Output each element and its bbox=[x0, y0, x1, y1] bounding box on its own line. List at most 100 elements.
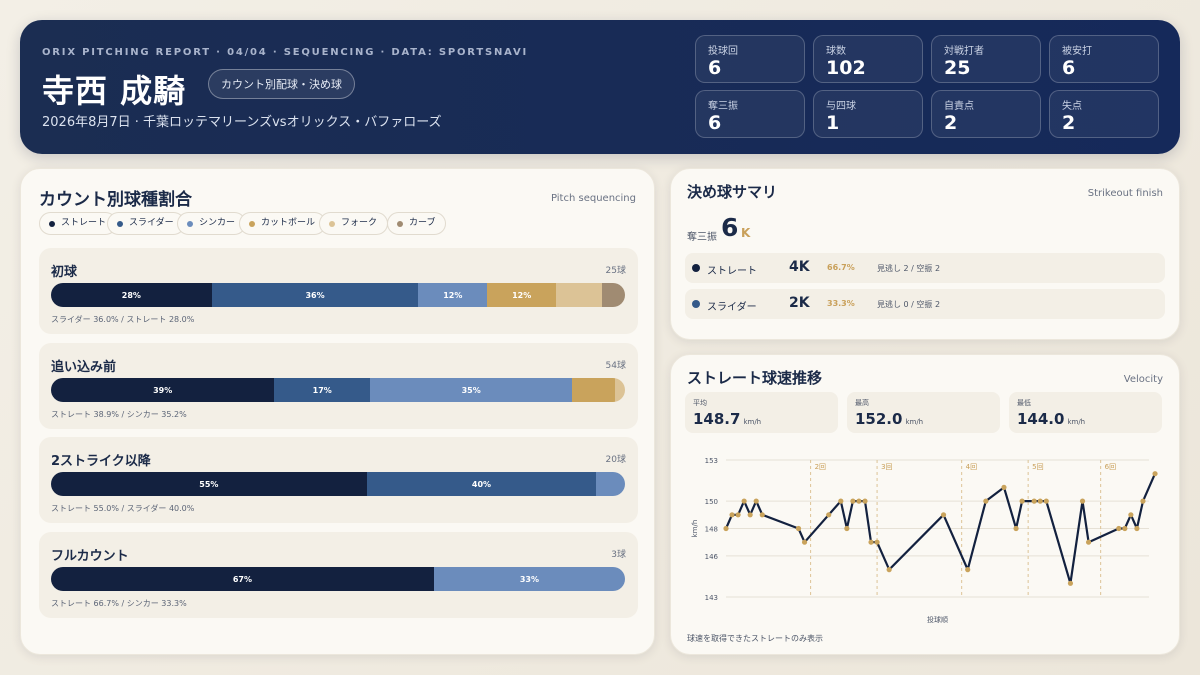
inning-marker-label: 4回 bbox=[966, 463, 977, 471]
velocity-point bbox=[729, 512, 735, 518]
velocity-point bbox=[844, 525, 850, 532]
velocity-note: 球速を取得できたストレートのみ表示 bbox=[687, 634, 823, 643]
velocity-point bbox=[1001, 484, 1007, 490]
stat-innings: 投球回 6 bbox=[695, 35, 805, 83]
velocity-point bbox=[1037, 498, 1043, 504]
velocity-point bbox=[747, 512, 753, 518]
stat-label: 失点 bbox=[1062, 101, 1082, 112]
mix-segment: 12% bbox=[418, 283, 488, 307]
velocity-point bbox=[862, 498, 868, 504]
inning-marker-label: 2回 bbox=[815, 463, 826, 471]
mix-segment bbox=[602, 283, 625, 307]
mix-segment: 33% bbox=[433, 567, 625, 591]
velocity-point bbox=[741, 498, 747, 504]
section-count: 20球 bbox=[605, 455, 626, 465]
mix-segment: 55% bbox=[51, 472, 367, 496]
velocity-point bbox=[1152, 471, 1158, 477]
stat-value: 2 bbox=[944, 112, 958, 134]
velocity-point bbox=[795, 525, 802, 532]
strikeout-row-straight: ストレート 4K 66.7% 見逃し 2 / 空振 2 bbox=[685, 253, 1165, 283]
velocity-point bbox=[1079, 498, 1086, 504]
strikeout-detail: 見逃し 0 / 空振 2 bbox=[877, 300, 941, 309]
velocity-point bbox=[850, 498, 856, 504]
velocity-point bbox=[1013, 525, 1019, 532]
report-header: ORIX PITCHING REPORT · 04/04 · SEQUENCIN… bbox=[20, 20, 1180, 154]
legend-dot bbox=[397, 221, 403, 227]
stat-hits: 被安打 6 bbox=[1049, 35, 1159, 83]
velocity-point bbox=[868, 539, 874, 545]
mix-segment: 67% bbox=[51, 567, 434, 591]
strikeout-title: 決め球サマリ bbox=[687, 183, 778, 201]
stat-label: 与四球 bbox=[826, 101, 856, 112]
legend-item: フォーク bbox=[319, 212, 389, 235]
mix-bar: 28% 36% 12% 12% bbox=[51, 283, 625, 307]
velocity-point bbox=[1140, 498, 1146, 504]
stat-label: 自責点 bbox=[944, 101, 974, 112]
stat-strikeouts: 奪三振 6 bbox=[695, 90, 805, 138]
stat-label: 奪三振 bbox=[708, 101, 738, 112]
velocity-point bbox=[874, 539, 880, 545]
legend-label: スライダー bbox=[129, 218, 174, 228]
mix-bar: 55% 40% bbox=[51, 472, 625, 496]
velocity-point bbox=[965, 567, 971, 573]
mix-segment bbox=[614, 378, 625, 402]
count-section-before-two-strikes: 追い込み前 54球 39% 17% 35% ストレート 38.9% / シンカー 3… bbox=[39, 343, 638, 429]
strikeout-count: 4K bbox=[789, 259, 810, 275]
legend-item: スライダー bbox=[107, 212, 185, 235]
section-count: 54球 bbox=[605, 361, 626, 371]
stat-label: 球数 bbox=[826, 46, 846, 57]
velocity-point bbox=[826, 512, 832, 518]
section-note: ストレート 66.7% / シンカー 33.3% bbox=[51, 599, 187, 608]
section-note: ストレート 55.0% / スライダー 40.0% bbox=[51, 504, 195, 513]
mix-segment: 40% bbox=[366, 472, 597, 496]
y-tick-label: 153 bbox=[705, 457, 718, 465]
pitch-name: ストレート bbox=[707, 266, 757, 277]
velocity-point bbox=[1031, 498, 1037, 504]
stat-value: 6 bbox=[1062, 57, 1076, 79]
inning-marker-label: 3回 bbox=[881, 463, 892, 471]
y-tick-label: 143 bbox=[705, 594, 718, 602]
game-info: 2026年8月7日 · 千葉ロッテマリーンズvsオリックス・バファローズ bbox=[42, 115, 442, 130]
count-section-full-count: フルカウント 3球 67% 33% ストレート 66.7% / シンカー 33.3… bbox=[39, 532, 638, 618]
stat-runs: 失点 2 bbox=[1049, 90, 1159, 138]
count-mix-title: カウント別球種割合 bbox=[39, 190, 192, 210]
legend-dot bbox=[117, 221, 123, 227]
section-name: 初球 bbox=[51, 265, 78, 280]
strikeout-pct: 33.3% bbox=[827, 299, 855, 308]
mix-segment: 39% bbox=[51, 378, 275, 402]
stat-label: 投球回 bbox=[708, 46, 738, 57]
velocity-point bbox=[1067, 580, 1074, 586]
mix-bar: 67% 33% bbox=[51, 567, 625, 591]
stat-value: 6 bbox=[708, 112, 722, 134]
stat-value: 2 bbox=[1062, 112, 1076, 134]
y-tick-label: 148 bbox=[705, 526, 718, 534]
velocity-point bbox=[753, 498, 759, 504]
y-tick-label: 150 bbox=[705, 498, 718, 506]
section-count: 3球 bbox=[611, 550, 626, 560]
mix-segment bbox=[572, 378, 615, 402]
count-mix-tag: Pitch sequencing bbox=[550, 193, 636, 204]
legend-label: カーブ bbox=[409, 218, 436, 228]
strikeout-count: 2K bbox=[789, 295, 810, 311]
strikeout-pct: 66.7% bbox=[827, 263, 855, 272]
stat-value: 102 bbox=[826, 57, 866, 79]
velocity-point bbox=[886, 567, 892, 573]
velocity-point bbox=[1085, 539, 1092, 545]
mix-segment: 12% bbox=[487, 283, 557, 307]
stat-value: 25 bbox=[944, 57, 971, 79]
legend-label: カットボール bbox=[261, 218, 316, 228]
legend-item: ストレート bbox=[39, 212, 118, 235]
pitch-name: スライダー bbox=[707, 302, 757, 313]
strikeout-card: 決め球サマリ Strikeout finish 奪三振 6 K ストレート 4K… bbox=[670, 168, 1180, 340]
velocity-point bbox=[940, 512, 947, 518]
strikeout-tag: Strikeout finish bbox=[1087, 188, 1163, 199]
stat-walks: 与四球 1 bbox=[813, 90, 923, 138]
pitcher-name: 寺西 成騎 bbox=[42, 72, 187, 110]
legend-dot bbox=[249, 221, 255, 227]
legend-label: フォーク bbox=[341, 218, 378, 228]
section-count: 25球 bbox=[605, 266, 626, 276]
legend-item: カーブ bbox=[387, 212, 447, 235]
strikeout-label: 奪三振 bbox=[687, 232, 717, 243]
stat-grid: 投球回 6 球数 102 対戦打者 25 被安打 6 奪三振 6 与四球 1 自… bbox=[695, 35, 1161, 139]
y-tick-label: 146 bbox=[705, 553, 719, 561]
